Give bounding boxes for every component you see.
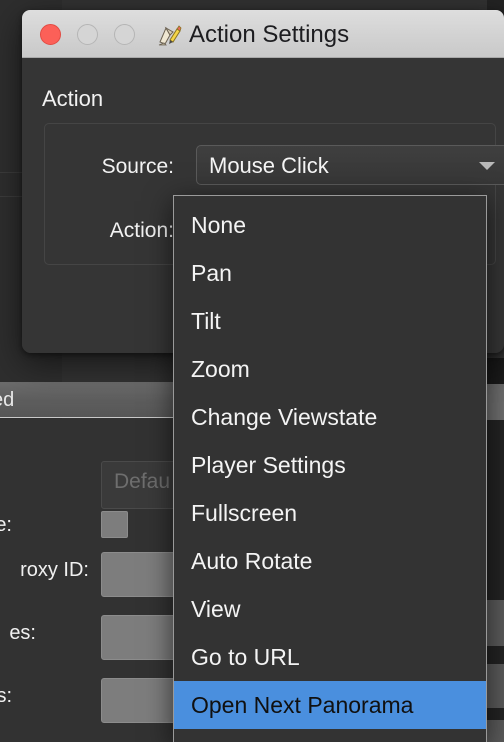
background-right-block (487, 600, 504, 646)
action-dropdown-menu[interactable]: None Pan Tilt Zoom Change Viewstate Play… (173, 195, 487, 742)
menu-item[interactable]: Go to URL (174, 633, 486, 681)
menu-item[interactable]: Tilt (174, 297, 486, 345)
close-button[interactable] (40, 24, 61, 45)
maximize-button[interactable] (114, 24, 135, 45)
source-select-value: Mouse Click (209, 153, 329, 178)
menu-item[interactable]: Zoom (174, 345, 486, 393)
background-checkbox[interactable] (101, 511, 128, 538)
minimize-button[interactable] (77, 24, 98, 45)
background-right-block (487, 420, 504, 600)
background-row-label: s: (0, 685, 12, 707)
background-row-label: es: (9, 622, 36, 644)
dialog-title: Action Settings (189, 21, 350, 48)
background-right-block (487, 384, 504, 420)
background-right-block (487, 708, 504, 720)
section-title-action: Action (42, 86, 104, 111)
menu-item[interactable]: Pan (174, 249, 486, 297)
menu-item[interactable]: None (174, 201, 486, 249)
background-right-block (487, 664, 504, 708)
background-right-block (487, 646, 504, 664)
background-default-placeholder: Defau (114, 470, 171, 493)
source-select[interactable]: Mouse Click (196, 145, 504, 185)
menu-item[interactable]: View (174, 585, 486, 633)
menu-item-selected[interactable]: Open Next Panorama (174, 681, 486, 729)
menu-item[interactable]: Player Settings (174, 441, 486, 489)
background-row-label: e: (0, 514, 12, 536)
chevron-down-icon (479, 162, 495, 170)
action-label: Action: (109, 219, 174, 242)
action-settings-icon (157, 22, 183, 48)
background-right-block (487, 358, 504, 384)
dialog-title-bar[interactable]: Action Settings (22, 10, 504, 58)
background-right-block (487, 720, 504, 742)
menu-item[interactable]: Auto Rotate (174, 537, 486, 585)
source-label: Source: (101, 155, 174, 178)
menu-item[interactable]: Change Viewstate (174, 393, 486, 441)
background-row-label: roxy ID: (20, 559, 89, 581)
background-header-label: ed (0, 389, 15, 411)
menu-item[interactable]: Fullscreen (174, 489, 486, 537)
